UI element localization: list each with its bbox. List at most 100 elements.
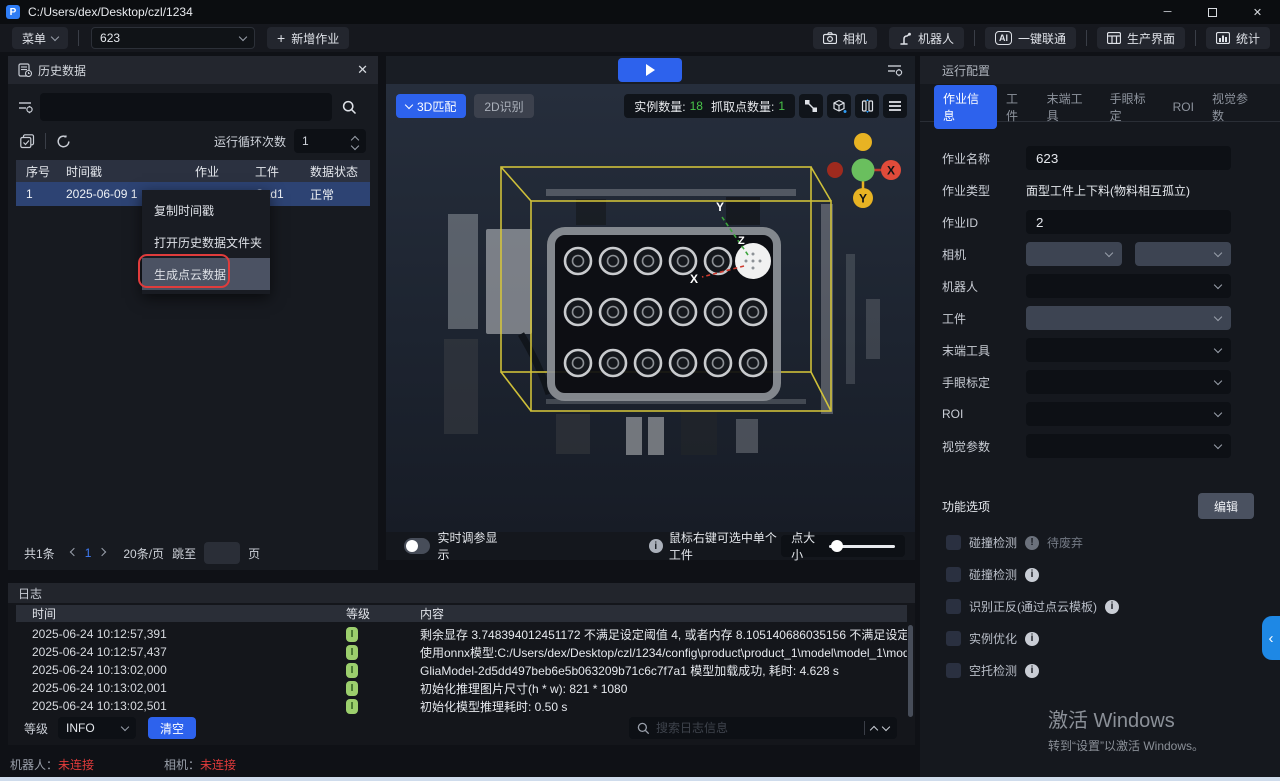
edit-button[interactable]: 编辑 <box>1198 493 1254 519</box>
log-row[interactable]: 2025-06-24 10:12:57,437 I 使用onnx模型:C:/Us… <box>16 643 907 661</box>
slider-knob[interactable] <box>831 540 843 552</box>
grid-icon <box>1107 32 1121 44</box>
point-size-slider[interactable] <box>829 545 895 548</box>
log-level-badge: I <box>346 645 358 660</box>
run-button[interactable] <box>618 58 682 82</box>
hand-eye-select[interactable] <box>1026 370 1231 394</box>
close-button[interactable]: ✕ <box>1235 0 1280 24</box>
checkbox[interactable] <box>946 631 961 646</box>
log-search-input[interactable] <box>656 721 858 735</box>
roi-select[interactable] <box>1026 402 1231 426</box>
multi-select-icon[interactable] <box>20 134 35 149</box>
option-front-back: 识别正反(通过点云模板) i <box>920 598 1280 615</box>
log-content: 使用onnx模型:C:/Users/dex/Desktop/czl/1234/c… <box>420 644 907 661</box>
next-page-icon[interactable] <box>98 547 106 555</box>
width-measure-icon <box>860 99 875 113</box>
log-row[interactable]: 2025-06-24 10:13:02,001 I 初始化推理图片尺寸(h * … <box>16 679 907 697</box>
maximize-button[interactable] <box>1190 0 1235 24</box>
chevron-down-icon <box>1214 344 1222 352</box>
log-scrollbar[interactable] <box>908 625 913 717</box>
realtime-toggle[interactable] <box>404 538 430 554</box>
one-key-connect-button[interactable]: AI 一键联通 <box>985 27 1076 49</box>
viewport-3d-canvas[interactable]: Y X Z X Y 3D匹配 <box>386 84 915 532</box>
panel-expander-button[interactable]: ‹ <box>1262 616 1280 660</box>
menu-item-generate-pointcloud[interactable]: 生成点云数据 <box>142 258 270 290</box>
mode-3d-match-button[interactable]: 3D匹配 <box>396 94 466 118</box>
instance-count-label: 实例数量: <box>634 98 685 115</box>
minimize-button[interactable]: ─ <box>1145 0 1190 24</box>
measure-button[interactable] <box>855 94 879 118</box>
robot-select[interactable] <box>1026 274 1231 298</box>
svg-text:Y: Y <box>859 192 867 206</box>
part-select[interactable] <box>1026 306 1231 330</box>
tab-roi[interactable]: ROI <box>1164 95 1203 119</box>
menu-item-copy-timestamp[interactable]: 复制时间戳 <box>142 194 270 226</box>
refresh-icon[interactable] <box>56 134 71 149</box>
vision-params-select[interactable] <box>1026 434 1231 458</box>
chevron-down-icon <box>1214 248 1222 256</box>
window-title: C:/Users/dex/Desktop/czl/1234 <box>28 5 193 19</box>
play-icon <box>646 64 655 76</box>
tab-vision-params[interactable]: 视觉参数 <box>1203 85 1266 129</box>
chevron-down-icon <box>51 32 59 40</box>
clear-log-button[interactable]: 清空 <box>148 717 196 739</box>
info-icon: i <box>1105 600 1119 614</box>
spin-down-icon[interactable] <box>351 141 359 149</box>
production-ui-button[interactable]: 生产界面 <box>1097 27 1185 49</box>
camera-select-2[interactable] <box>1135 242 1231 266</box>
add-model-button[interactable] <box>827 94 851 118</box>
chevron-down-icon <box>405 101 413 109</box>
divider <box>45 133 46 149</box>
axis-x-label: X <box>690 272 698 286</box>
history-pagination: 共1条 1 20条/页 跳至 页 <box>16 538 386 568</box>
viewport-menu-button[interactable] <box>883 94 907 118</box>
history-table-header: 序号 时间戳 作业 工件 数据状态 <box>16 160 370 182</box>
checkbox[interactable] <box>946 599 961 614</box>
tab-job-info[interactable]: 作业信息 <box>934 85 997 129</box>
jump-page-input[interactable] <box>204 542 240 564</box>
history-close-icon[interactable]: ✕ <box>357 62 368 78</box>
log-row[interactable]: 2025-06-24 10:13:02,501 I 初始化模型推理耗时: 0.5… <box>16 697 907 715</box>
page-number[interactable]: 1 <box>85 546 92 560</box>
filter-settings-icon[interactable] <box>18 100 34 114</box>
job-id-input[interactable] <box>1026 210 1231 234</box>
checkbox[interactable] <box>946 535 961 550</box>
history-title: 历史数据 <box>38 62 86 79</box>
app-logo-icon: P <box>6 5 20 19</box>
log-row[interactable]: 2025-06-24 10:12:57,391 I 剩余显存 3.7483940… <box>16 625 907 643</box>
run-settings-icon[interactable] <box>887 63 903 77</box>
search-icon[interactable] <box>342 100 357 115</box>
history-search-input[interactable] <box>40 93 332 121</box>
search-prev-icon[interactable] <box>870 725 878 733</box>
robot-button[interactable]: 机器人 <box>889 27 964 49</box>
stats-button[interactable]: 统计 <box>1206 27 1270 49</box>
tab-end-tool[interactable]: 末端工具 <box>1038 85 1101 129</box>
end-tool-select[interactable] <box>1026 338 1231 362</box>
add-job-button[interactable]: + 新增作业 <box>267 27 349 49</box>
menu-button[interactable]: 菜单 <box>12 27 68 49</box>
camera-button[interactable]: 相机 <box>813 27 877 49</box>
job-select[interactable]: 623 <box>91 27 255 49</box>
camera-select-1[interactable] <box>1026 242 1122 266</box>
tab-hand-eye[interactable]: 手眼标定 <box>1101 85 1164 129</box>
divider <box>1195 30 1196 46</box>
chevron-down-icon <box>121 722 129 730</box>
job-name-input[interactable] <box>1026 146 1231 170</box>
prev-page-icon[interactable] <box>69 547 77 555</box>
log-row[interactable]: 2025-06-24 10:13:02,000 I GliaModel-2d5d… <box>16 661 907 679</box>
field-camera: 相机 <box>920 242 1280 266</box>
grab-point-tool-button[interactable] <box>799 94 823 118</box>
loop-count-stepper[interactable]: 1 <box>294 129 366 153</box>
checkbox[interactable] <box>946 663 961 678</box>
tab-part[interactable]: 工件 <box>997 85 1038 129</box>
orientation-gizmo[interactable]: X Y <box>825 132 901 208</box>
search-next-icon[interactable] <box>882 722 890 730</box>
log-level-select[interactable]: INFO <box>58 717 136 739</box>
option-instance-opt: 实例优化 i <box>920 630 1280 647</box>
point-size-control: 点大小 <box>781 535 905 557</box>
menu-item-open-folder[interactable]: 打开历史数据文件夹 <box>142 226 270 258</box>
checkbox[interactable] <box>946 567 961 582</box>
info-icon: i <box>1025 632 1039 646</box>
robot-status-value: 未连接 <box>58 756 94 773</box>
mode-2d-recognize-button[interactable]: 2D识别 <box>474 94 533 118</box>
